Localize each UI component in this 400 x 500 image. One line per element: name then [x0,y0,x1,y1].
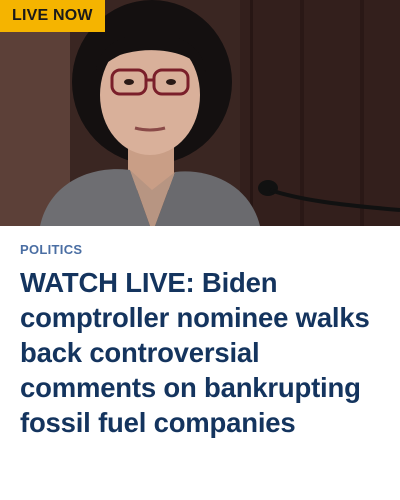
article-text: POLITICS WATCH LIVE: Biden comptroller n… [0,226,400,500]
article-card[interactable]: LIVE NOW POLITICS WATCH LIVE: Biden comp… [0,0,400,500]
article-headline[interactable]: WATCH LIVE: Biden comptroller nominee wa… [20,265,382,440]
hero-image[interactable]: LIVE NOW [0,0,400,226]
category-link[interactable]: POLITICS [20,242,382,257]
news-photo-icon [0,0,400,226]
live-now-badge[interactable]: LIVE NOW [0,0,105,32]
